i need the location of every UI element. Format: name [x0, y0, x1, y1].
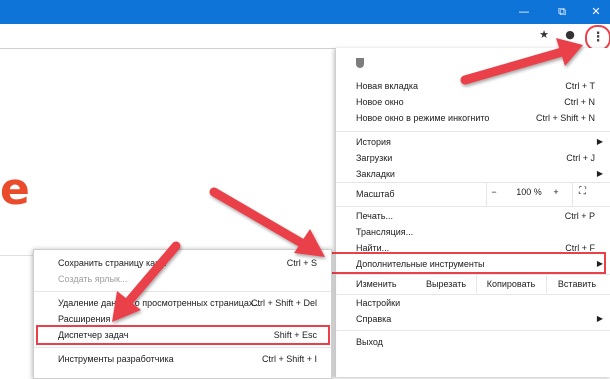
arrow-to-menu-button: [460, 38, 583, 85]
arrow-to-task-manager: [112, 241, 181, 322]
arrow-to-more-tools: [209, 187, 325, 257]
annotation-arrows: [112, 38, 583, 322]
